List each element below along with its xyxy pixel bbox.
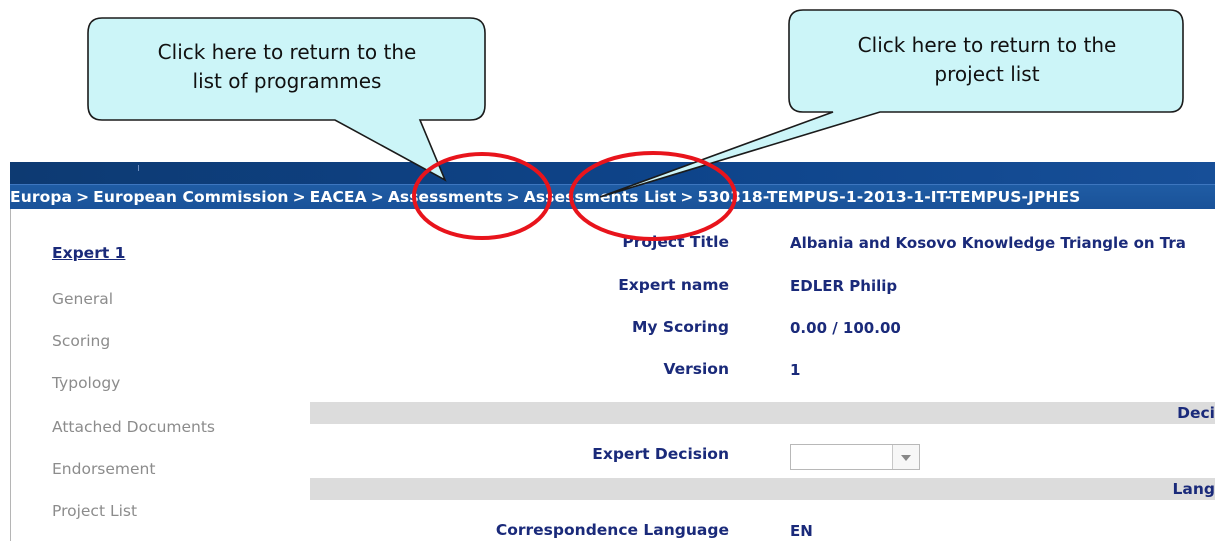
breadcrumb-separator: > [680, 188, 694, 206]
callout-right-line-1: Click here to return to the [857, 33, 1117, 57]
sidebar-item-endorsement[interactable]: Endorsement [52, 460, 155, 478]
breadcrumb-europa[interactable]: Europa [10, 188, 72, 206]
language-section-header: Lang [310, 478, 1215, 500]
breadcrumb-separator: > [76, 188, 90, 206]
correspondence-language-label: Correspondence Language [495, 521, 729, 539]
project-title-label: Project Title [622, 233, 729, 251]
decision-section-header: Deci [310, 402, 1215, 424]
my-scoring-value: 0.00 / 100.00 [790, 319, 901, 337]
my-scoring-label: My Scoring [631, 318, 729, 336]
project-title-value: Albania and Kosovo Knowledge Triangle on… [790, 234, 1186, 252]
breadcrumb-eacea[interactable]: EACEA [310, 188, 367, 206]
expert-name-label: Expert name [618, 276, 729, 294]
breadcrumb-european-commission[interactable]: European Commission [93, 188, 288, 206]
expert-decision-label: Expert Decision [592, 445, 729, 463]
version-label: Version [663, 360, 729, 378]
callout-right-text: Click here to return to the project list [797, 31, 1177, 89]
sidebar-item-general[interactable]: General [52, 290, 113, 308]
language-section-title: Lang [1172, 480, 1215, 498]
breadcrumb-separator: > [292, 188, 306, 206]
page-edge [10, 162, 11, 541]
decision-section-title: Deci [1177, 404, 1215, 422]
header-divider [138, 165, 139, 171]
sidebar-item-expert-1[interactable]: Expert 1 [52, 244, 125, 262]
callout-right-line-2: project list [934, 62, 1040, 86]
sidebar-item-scoring[interactable]: Scoring [52, 332, 110, 350]
breadcrumb-separator: > [506, 188, 520, 206]
breadcrumb-bar: Europa > European Commission > EACEA > Assessm… [10, 184, 1215, 209]
breadcrumb-assessments[interactable]: Assessments [388, 188, 503, 206]
sidebar-item-attached-documents[interactable]: Attached Documents [52, 418, 215, 436]
version-value: 1 [790, 361, 801, 379]
expert-decision-select[interactable] [790, 444, 920, 470]
breadcrumb: Europa > European Commission > EACEA > Assessm… [10, 188, 1080, 206]
sidebar-item-project-list[interactable]: Project List [52, 502, 137, 520]
chevron-down-icon [901, 455, 911, 461]
callout-left-line-2: list of programmes [192, 69, 382, 93]
breadcrumb-project-id: 530318-TEMPUS-1-2013-1-IT-TEMPUS-JPHES [697, 188, 1081, 206]
sidebar-item-typology[interactable]: Typology [52, 374, 120, 392]
header-bar [10, 162, 1215, 184]
callout-left-text: Click here to return to the list of prog… [96, 38, 478, 96]
dropdown-toggle[interactable] [892, 445, 919, 469]
breadcrumb-separator: > [370, 188, 384, 206]
correspondence-language-value: EN [790, 522, 813, 540]
expert-name-value: EDLER Philip [790, 277, 898, 295]
breadcrumb-assessments-list[interactable]: Assessments List [524, 188, 677, 206]
callout-left-line-1: Click here to return to the [157, 40, 417, 64]
